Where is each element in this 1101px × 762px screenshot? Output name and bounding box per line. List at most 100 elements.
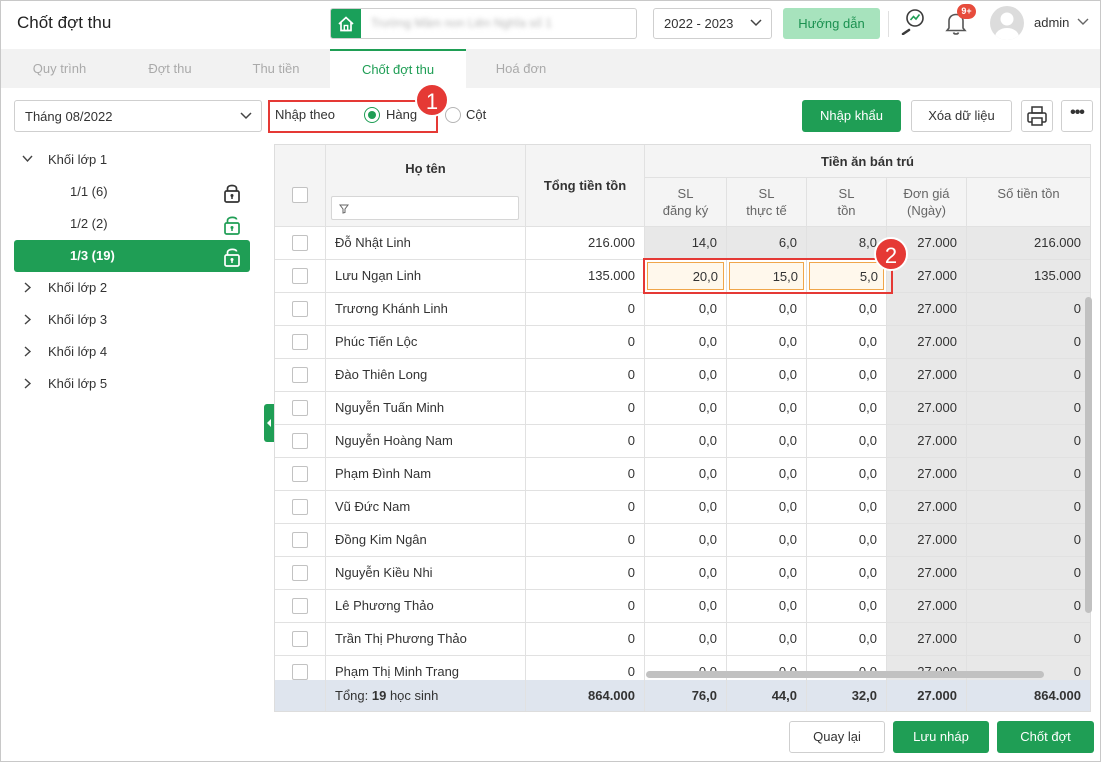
unlock-icon[interactable]	[222, 246, 242, 268]
school-selector[interactable]: Trường Mầm non Liên Nghĩa số 1	[330, 8, 637, 39]
cell-remaining[interactable]: 0,0	[807, 491, 887, 524]
cell-registered[interactable]: 0,0	[645, 392, 727, 425]
cell-remaining[interactable]: 0,0	[807, 326, 887, 359]
cell-actual[interactable]: 0,0	[727, 392, 807, 425]
cell-actual[interactable]: 0,0	[727, 359, 807, 392]
select-all-checkbox[interactable]	[292, 187, 308, 203]
tab-hoa-don[interactable]: Hoá đơn	[466, 49, 576, 88]
radio-column-label[interactable]: Cột	[466, 107, 486, 122]
clear-data-button[interactable]: Xóa dữ liệu	[911, 100, 1012, 132]
tab-dot-thu[interactable]: Đợt thu	[118, 49, 222, 88]
school-year-select[interactable]: 2022 - 2023	[653, 8, 772, 39]
cell-remaining[interactable]: 0,0	[807, 293, 887, 326]
more-options-button[interactable]: •••	[1061, 100, 1093, 132]
month-select[interactable]: Tháng 08/2022	[14, 100, 262, 132]
footer-total: 864.000	[526, 680, 645, 711]
chevron-down-icon[interactable]	[22, 155, 33, 163]
cell-actual[interactable]: 0,0	[727, 590, 807, 623]
cell-registered[interactable]: 0,0	[645, 293, 727, 326]
row-checkbox[interactable]	[292, 631, 308, 647]
vertical-scrollbar[interactable]	[1085, 297, 1092, 613]
save-draft-button[interactable]: Lưu nháp	[893, 721, 989, 753]
cell-registered[interactable]: 0,0	[645, 425, 727, 458]
tree-grade-3[interactable]: Khối lớp 3	[14, 304, 250, 336]
chevron-right-icon[interactable]	[24, 346, 32, 357]
row-checkbox[interactable]	[292, 433, 308, 449]
row-checkbox[interactable]	[292, 334, 308, 350]
row-checkbox[interactable]	[292, 400, 308, 416]
import-button[interactable]: Nhập khẩu	[802, 100, 901, 132]
cell-remaining[interactable]: 0,0	[807, 590, 887, 623]
tree-label: Khối lớp 3	[48, 312, 108, 327]
row-checkbox[interactable]	[292, 664, 308, 680]
lock-icon[interactable]	[222, 182, 242, 204]
chevron-right-icon[interactable]	[24, 314, 32, 325]
print-button[interactable]	[1021, 100, 1053, 132]
chevron-right-icon[interactable]	[24, 282, 32, 293]
cell-remaining[interactable]: 0,0	[807, 557, 887, 590]
radio-column[interactable]	[445, 107, 461, 123]
tab-chot-dot-thu[interactable]: Chốt đợt thu	[330, 49, 466, 88]
footer-amount: 864.000	[967, 680, 1090, 711]
tree-grade-5[interactable]: Khối lớp 5	[14, 368, 250, 400]
cell-registered[interactable]: 0,0	[645, 458, 727, 491]
cell-actual[interactable]: 0,0	[727, 458, 807, 491]
close-period-button[interactable]: Chốt đợt	[997, 721, 1094, 753]
footer-registered: 76,0	[645, 680, 727, 711]
chevron-right-icon[interactable]	[24, 378, 32, 389]
tree-grade-4[interactable]: Khối lớp 4	[14, 336, 250, 368]
row-checkbox[interactable]	[292, 301, 308, 317]
cell-actual[interactable]: 0,0	[727, 326, 807, 359]
cell-registered[interactable]: 0,0	[645, 524, 727, 557]
row-checkbox[interactable]	[292, 466, 308, 482]
tree-class-1-3[interactable]: 1/3 (19)	[14, 240, 250, 272]
cell-name: Trương Khánh Linh	[326, 293, 526, 326]
cell-registered[interactable]: 0,0	[645, 491, 727, 524]
cell-actual[interactable]: 0,0	[727, 557, 807, 590]
cell-total: 0	[526, 458, 645, 491]
avatar[interactable]	[990, 6, 1024, 40]
row-checkbox[interactable]	[292, 268, 308, 284]
user-name[interactable]: admin	[1034, 15, 1069, 30]
cell-actual[interactable]: 0,0	[727, 524, 807, 557]
unlock-icon[interactable]	[222, 214, 242, 236]
tree-grade-1[interactable]: Khối lớp 1	[14, 144, 250, 176]
cell-registered[interactable]: 14,0	[645, 227, 727, 260]
cell-actual[interactable]: 0,0	[727, 425, 807, 458]
cell-actual[interactable]: 0,0	[727, 623, 807, 656]
name-filter-input[interactable]	[331, 196, 519, 220]
row-checkbox[interactable]	[292, 367, 308, 383]
tree-class-1-1[interactable]: 1/1 (6)	[14, 176, 250, 208]
cell-remaining[interactable]: 0,0	[807, 392, 887, 425]
cell-registered[interactable]: 0,0	[645, 326, 727, 359]
cell-remaining[interactable]: 0,0	[807, 425, 887, 458]
cell-actual[interactable]: 0,0	[727, 293, 807, 326]
tab-quy-trinh[interactable]: Quy trình	[1, 49, 118, 88]
cell-registered[interactable]: 0,0	[645, 557, 727, 590]
tree-class-1-2[interactable]: 1/2 (2)	[14, 208, 250, 240]
cell-actual[interactable]: 0,0	[727, 491, 807, 524]
row-checkbox[interactable]	[292, 565, 308, 581]
horizontal-scrollbar[interactable]	[646, 671, 1044, 678]
cell-remaining[interactable]: 0,0	[807, 359, 887, 392]
cell-actual[interactable]: 6,0	[727, 227, 807, 260]
chevron-down-icon[interactable]	[1077, 18, 1089, 26]
analytics-search-icon[interactable]	[899, 7, 927, 35]
guide-button[interactable]: Hướng dẫn	[783, 8, 880, 39]
cell-amount: 0	[967, 293, 1090, 326]
cell-registered[interactable]: 0,0	[645, 623, 727, 656]
row-checkbox[interactable]	[292, 499, 308, 515]
cell-registered[interactable]: 0,0	[645, 590, 727, 623]
cell-remaining[interactable]: 0,0	[807, 458, 887, 491]
row-checkbox[interactable]	[292, 598, 308, 614]
row-checkbox[interactable]	[292, 235, 308, 251]
cell-remaining[interactable]: 0,0	[807, 524, 887, 557]
row-checkbox[interactable]	[292, 532, 308, 548]
home-icon[interactable]	[331, 9, 361, 38]
tab-thu-tien[interactable]: Thu tiền	[222, 49, 330, 88]
cell-amount: 0	[967, 392, 1090, 425]
cell-remaining[interactable]: 0,0	[807, 623, 887, 656]
cell-registered[interactable]: 0,0	[645, 359, 727, 392]
back-button[interactable]: Quay lại	[789, 721, 885, 753]
tree-grade-2[interactable]: Khối lớp 2	[14, 272, 250, 304]
